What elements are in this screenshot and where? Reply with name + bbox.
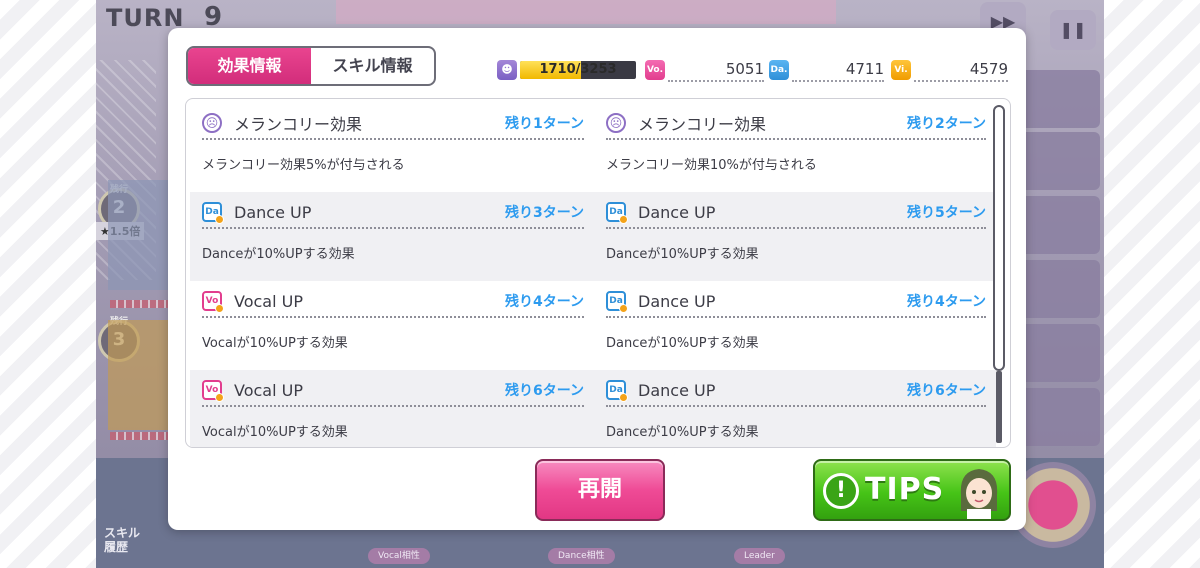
- melancholy-icon: ☹: [202, 113, 222, 133]
- dance-up-icon: Da: [606, 202, 628, 224]
- dance-up-icon: Da: [202, 202, 224, 224]
- effect-description: Vocalが10%UPする効果: [202, 425, 348, 440]
- member-portrait-1: [108, 180, 174, 290]
- effect-description: Vocalが10%UPする効果: [202, 336, 348, 351]
- chip-vocal: Vocal相性: [368, 548, 430, 564]
- up-arrow-icon: [619, 393, 628, 402]
- up-arrow-icon: [215, 215, 224, 224]
- scrollbar-track: [996, 371, 1002, 443]
- effect-header: Vo Vocal UP 残り4ターン: [202, 290, 584, 318]
- skill-history-button[interactable]: スキル 履歴: [104, 526, 144, 554]
- effect-remaining-turns: 残り4ターン: [504, 294, 584, 310]
- dance-up-icon: Da: [606, 291, 628, 313]
- visual-value: 4579: [914, 58, 1008, 82]
- dance-up-icon: Da: [606, 380, 628, 402]
- effect-description: Danceが10%UPする効果: [202, 247, 355, 262]
- effect-name: Dance UP: [638, 291, 716, 311]
- member-gauge-2: [110, 432, 170, 440]
- up-arrow-icon: [215, 304, 224, 313]
- effect-description: メランコリー効果10%が付与される: [606, 158, 817, 173]
- tips-label: TIPS: [865, 472, 945, 507]
- effect-name: Dance UP: [234, 202, 312, 222]
- effect-grid: ☹ メランコリー効果 残り1ターンメランコリー効果5%が付与される ☹ メランコリー効果…: [190, 103, 996, 447]
- visual-icon: Vi.: [891, 60, 911, 80]
- effect-item: Da Dance UP 残り6ターン Danceが10%UPする効果: [594, 370, 996, 447]
- effect-remaining-turns: 残り5ターン: [906, 205, 986, 221]
- left-margin: [0, 0, 96, 568]
- member-portrait-2: [108, 320, 174, 430]
- effect-remaining-turns: 残り3ターン: [504, 205, 584, 221]
- effect-item: Da Dance UP 残り4ターン Danceが10%UPする効果: [594, 281, 996, 370]
- scrollbar-thumb[interactable]: [993, 105, 1005, 371]
- turn-label: TURN: [106, 4, 185, 32]
- effect-header: Da Dance UP 残り6ターン: [606, 379, 986, 407]
- vocal-up-icon: Vo: [202, 291, 224, 313]
- dance-value: 4711: [792, 58, 884, 82]
- effect-header: Vo Vocal UP 残り6ターン: [202, 379, 584, 407]
- effect-name: Dance UP: [638, 380, 716, 400]
- effect-item: Da Dance UP 残り3ターン Danceが10%UPする効果: [190, 192, 594, 281]
- guide-character-icon: [960, 469, 998, 519]
- hp-value: 1710/3253: [539, 62, 617, 77]
- chip-leader: Leader: [734, 548, 785, 564]
- melancholy-icon: ☹: [606, 113, 626, 133]
- stage-banner: [336, 0, 836, 24]
- effect-header: Da Dance UP 残り5ターン: [606, 201, 986, 229]
- vocal-icon: Vo.: [645, 60, 665, 80]
- effect-item: ☹ メランコリー効果 残り2ターンメランコリー効果10%が付与される: [594, 103, 996, 192]
- effect-list[interactable]: ☹ メランコリー効果 残り1ターンメランコリー効果5%が付与される ☹ メランコリー効果…: [185, 98, 1011, 448]
- vocal-up-icon: Vo: [202, 380, 224, 402]
- member-gauge-1: [110, 300, 170, 308]
- vocal-value: 5051: [668, 58, 764, 82]
- hp-gauge: 1710/3253: [520, 61, 636, 79]
- exclamation-icon: !: [823, 473, 859, 509]
- up-arrow-icon: [619, 215, 628, 224]
- effect-description: Danceが10%UPする効果: [606, 336, 759, 351]
- effect-item: Vo Vocal UP 残り4ターン Vocalが10%UPする効果: [190, 281, 594, 370]
- dance-icon: Da.: [769, 60, 789, 80]
- effect-item: Vo Vocal UP 残り6ターン Vocalが10%UPする効果: [190, 370, 594, 447]
- effect-name: メランコリー効果: [234, 115, 363, 134]
- effect-info-dialog: 効果情報 スキル情報 ☻ 1710/3253 Vo. 5051 Da. 4711…: [168, 28, 1026, 530]
- effect-description: Danceが10%UPする効果: [606, 425, 759, 440]
- right-margin: [1104, 0, 1200, 568]
- effect-remaining-turns: 残り4ターン: [906, 294, 986, 310]
- effect-name: Vocal UP: [234, 291, 303, 311]
- effect-item: Da Dance UP 残り5ターン Danceが10%UPする効果: [594, 192, 996, 281]
- effect-header: Da Dance UP 残り4ターン: [606, 290, 986, 318]
- pause-button[interactable]: ❚❚: [1050, 10, 1096, 50]
- effect-description: メランコリー効果5%が付与される: [202, 158, 405, 173]
- effect-remaining-turns: 残り2ターン: [906, 116, 986, 132]
- effect-list-scrollbar[interactable]: [992, 105, 1006, 443]
- effect-header: Da Dance UP 残り3ターン: [202, 201, 584, 229]
- resume-button[interactable]: 再開: [535, 459, 665, 521]
- effect-remaining-turns: 残り6ターン: [906, 383, 986, 399]
- tips-button[interactable]: ! TIPS: [813, 459, 1011, 521]
- chip-dance: Dance相性: [548, 548, 615, 564]
- effect-name: メランコリー効果: [638, 115, 767, 134]
- stats-bar: ☻ 1710/3253 Vo. 5051 Da. 4711 Vi. 4579: [168, 58, 1026, 82]
- effect-remaining-turns: 残り1ターン: [504, 116, 584, 132]
- effect-name: Vocal UP: [234, 380, 303, 400]
- effect-item: ☹ メランコリー効果 残り1ターンメランコリー効果5%が付与される: [190, 103, 594, 192]
- effect-header: ☹ メランコリー効果 残り1ターン: [202, 112, 584, 140]
- hp-icon: ☻: [497, 60, 517, 80]
- effect-name: Dance UP: [638, 202, 716, 222]
- up-arrow-icon: [619, 304, 628, 313]
- effect-remaining-turns: 残り6ターン: [504, 383, 584, 399]
- up-arrow-icon: [215, 393, 224, 402]
- effect-description: Danceが10%UPする効果: [606, 247, 759, 262]
- effect-header: ☹ メランコリー効果 残り2ターン: [606, 112, 986, 140]
